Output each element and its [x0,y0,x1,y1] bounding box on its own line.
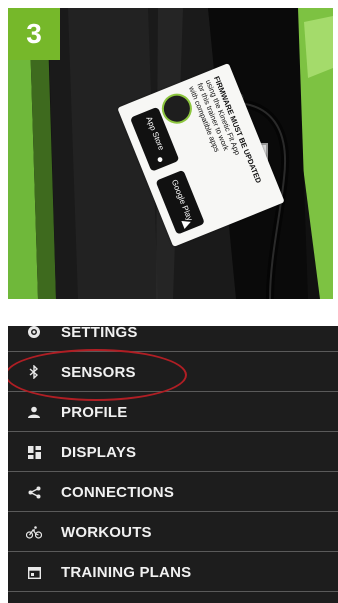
share-icon [26,484,42,500]
app-side-menu: SETTINGS SENSORS PROFILE DISPLAYS CONNEC… [8,326,338,603]
calendar-icon [26,564,42,580]
bike-icon [26,524,42,540]
trainer-photo: 3 FIRMWARE MUST BE UPDATED using the Kin… [8,8,333,299]
menu-item-label: SETTINGS [61,326,138,341]
menu-item-label: SENSORS [61,363,136,381]
dashboard-icon [26,444,42,460]
step-number-badge: 3 [8,8,60,60]
gear-icon [26,326,42,340]
menu-item-label: WORKOUTS [61,523,152,541]
menu-item-label: DISPLAYS [61,443,137,461]
menu-item-sensors[interactable]: SENSORS [8,352,338,392]
menu-item-training-plans[interactable]: TRAINING PLANS [8,552,338,592]
menu-item-settings[interactable]: SETTINGS [8,326,338,352]
person-icon [26,404,42,420]
menu-item-displays[interactable]: DISPLAYS [8,432,338,472]
menu-item-label: TRAINING PLANS [61,563,192,581]
menu-item-label: PROFILE [61,403,128,421]
menu-item-label: CONNECTIONS [61,483,175,501]
bluetooth-icon [26,364,42,380]
menu-item-connections[interactable]: CONNECTIONS [8,472,338,512]
menu-item-workouts[interactable]: WORKOUTS [8,512,338,552]
menu-item-profile[interactable]: PROFILE [8,392,338,432]
app-store-label: App Store [144,115,166,152]
menu-divider [8,591,338,592]
apple-icon: ● [154,152,166,167]
